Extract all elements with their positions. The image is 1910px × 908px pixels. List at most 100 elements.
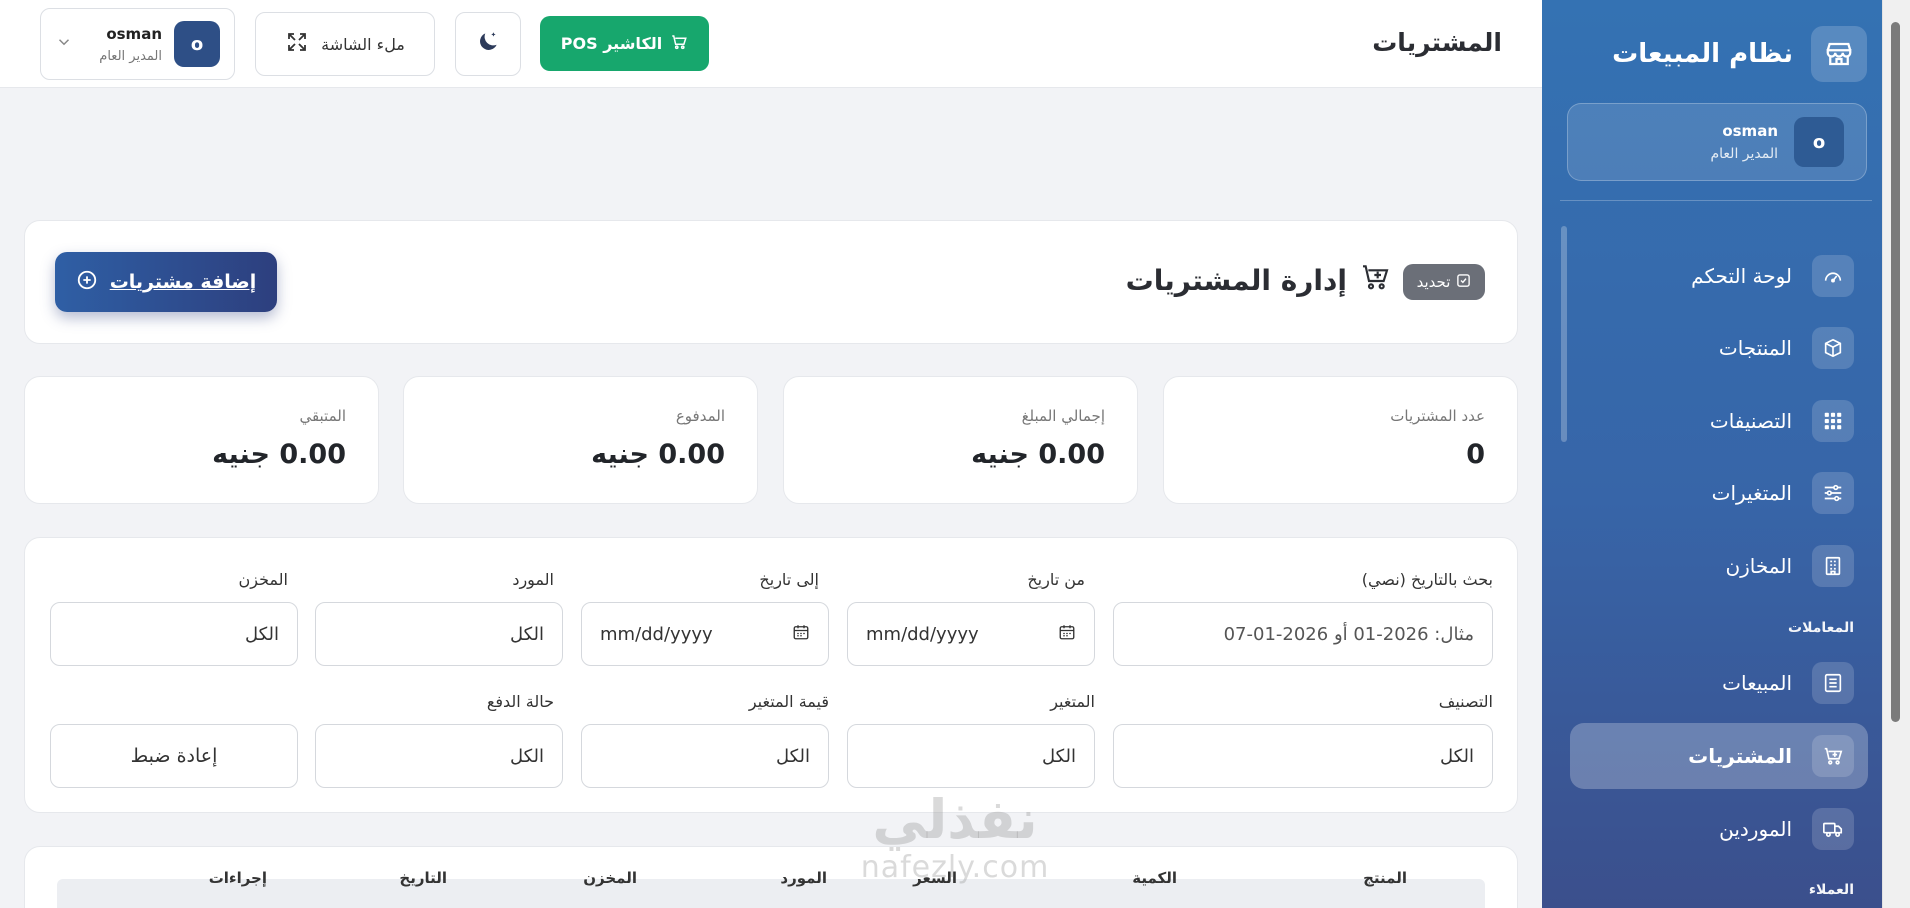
fullscreen-label: ملء الشاشة xyxy=(321,34,405,54)
pos-cashier-button[interactable]: الكاشير POS xyxy=(540,16,709,71)
sidebar-item-suppliers[interactable]: الموردين xyxy=(1570,796,1868,862)
grid-icon xyxy=(1812,400,1854,442)
filter-label-to-date: إلى تاريخ xyxy=(759,570,819,589)
refresh-badge[interactable]: تحديد xyxy=(1403,264,1485,300)
sidebar-section-transactions: المعاملات xyxy=(1788,620,1854,636)
to-date-input[interactable]: mm/dd/yyyy xyxy=(581,602,829,666)
theme-toggle-button[interactable] xyxy=(455,12,521,76)
section-title: إدارة المشتريات xyxy=(1126,261,1391,300)
add-purchase-button[interactable]: إضافة مشتريات xyxy=(55,252,277,312)
supplier-select[interactable]: الكل xyxy=(315,602,563,666)
filter-label-payment-status: حالة الدفع xyxy=(486,692,554,711)
sidebar-item-label: التصنيفات xyxy=(1709,409,1792,433)
sidebar-section-customers: العملاء xyxy=(1808,882,1854,898)
from-date-input[interactable]: mm/dd/yyyy xyxy=(847,602,1095,666)
variant-value-select[interactable]: الكل xyxy=(581,724,829,788)
category-select[interactable]: الكل xyxy=(1113,724,1493,788)
purchases-header-card: تحديد إدارة المشتريات إضافة مشتريات xyxy=(24,220,1518,344)
payment-status-select[interactable]: الكل xyxy=(315,724,563,788)
sidebar-item-label: المنتجات xyxy=(1718,336,1792,360)
calendar-icon[interactable] xyxy=(1058,623,1076,646)
cart-plus-icon xyxy=(1359,261,1391,300)
filters-card: بحث بالتاريخ (نصي) من تاريخ إلى تاريخ ال… xyxy=(24,537,1518,813)
stat-card-count: عدد المشتريات 0 xyxy=(1163,376,1518,504)
sidebar-item-label: المشتريات xyxy=(1688,744,1792,768)
filter-label-text-date: بحث بالتاريخ (نصي) xyxy=(1361,570,1493,589)
stat-value: 0.00 جنيه xyxy=(591,439,725,470)
receipt-icon xyxy=(1812,662,1854,704)
from-date-value: mm/dd/yyyy xyxy=(866,623,979,645)
table-header-cell: الكمية xyxy=(1132,869,1177,887)
user-role: المدير العام xyxy=(99,48,162,64)
sidebar-item-label: المتغيرات xyxy=(1711,481,1792,505)
to-date-value: mm/dd/yyyy xyxy=(600,623,713,645)
stat-value: 0.00 جنيه xyxy=(212,439,346,470)
cart-icon xyxy=(670,33,688,55)
table-header-cell: المخزن xyxy=(583,869,637,887)
sidebar-item-label: الموردين xyxy=(1719,817,1792,841)
building-icon xyxy=(1812,545,1854,587)
sidebar: نظام المبيعات o osman المدير العام لوحة … xyxy=(1542,0,1910,908)
sidebar-brand: نظام المبيعات xyxy=(1557,26,1867,82)
store-icon xyxy=(1811,26,1867,82)
sidebar-item-purchases[interactable]: المشتريات xyxy=(1570,723,1868,789)
add-purchase-label: إضافة مشتريات xyxy=(109,271,257,293)
section-title-text: إدارة المشتريات xyxy=(1125,264,1347,297)
user-name: osman xyxy=(1722,122,1778,140)
sidebar-divider xyxy=(1560,200,1872,201)
filter-label-supplier: المورد xyxy=(512,570,554,589)
table-header-cell: التاريخ xyxy=(399,869,447,887)
fullscreen-button[interactable]: ملء الشاشة xyxy=(255,12,435,76)
moon-icon xyxy=(475,29,501,59)
brand-title: نظام المبيعات xyxy=(1612,39,1793,69)
reset-filters-button[interactable]: إعادة ضبط xyxy=(50,724,298,788)
stat-label: عدد المشتريات xyxy=(1390,407,1485,425)
sidebar-item-categories[interactable]: التصنيفات xyxy=(1570,388,1868,454)
avatar: o xyxy=(174,21,220,67)
stat-label: المدفوع xyxy=(675,407,725,425)
sidebar-item-products[interactable]: المنتجات xyxy=(1570,315,1868,381)
scrollbar-thumb[interactable] xyxy=(1891,22,1900,722)
stat-card-paid: المدفوع 0.00 جنيه xyxy=(403,376,758,504)
cart-plus-icon xyxy=(1812,735,1854,777)
stat-card-total: إجمالي المبلغ 0.00 جنيه xyxy=(783,376,1138,504)
chevron-down-icon xyxy=(55,33,73,55)
sidebar-item-label: لوحة التحكم xyxy=(1691,264,1792,288)
stat-card-remaining: المتبقي 0.00 جنيه xyxy=(24,376,379,504)
stat-value: 0 xyxy=(1466,439,1485,470)
filter-label-warehouse: المخزن xyxy=(238,570,288,589)
sidebar-item-sales[interactable]: المبيعات xyxy=(1570,650,1868,716)
window-scrollbar[interactable] xyxy=(1882,0,1910,908)
sliders-icon xyxy=(1812,472,1854,514)
pos-label: الكاشير POS xyxy=(560,34,663,53)
filter-label-variant: المتغير xyxy=(1050,692,1095,711)
warehouse-select[interactable]: الكل xyxy=(50,602,298,666)
check-square-icon xyxy=(1456,273,1471,292)
sidebar-scrollbar[interactable] xyxy=(1561,226,1567,442)
table-header-cell: إجراءات xyxy=(208,869,267,887)
purchases-table-card: المنتج الكمية السعر المورد المخزن التاري… xyxy=(24,846,1518,908)
text-date-search-input[interactable]: مثال: 2026-01 أو 2026-01-07 xyxy=(1113,602,1493,666)
sidebar-item-warehouses[interactable]: المخازن xyxy=(1570,533,1868,599)
refresh-label: تحديد xyxy=(1416,273,1451,291)
avatar: o xyxy=(1794,117,1844,167)
expand-icon xyxy=(285,30,309,58)
sidebar-item-label: المخازن xyxy=(1725,554,1792,578)
table-header-cell: المورد xyxy=(780,869,827,887)
sidebar-item-label: المبيعات xyxy=(1722,671,1792,695)
calendar-icon[interactable] xyxy=(792,623,810,646)
filter-label-category: التصنيف xyxy=(1438,692,1493,711)
table-header-cell: السعر xyxy=(913,869,957,887)
sidebar-item-dashboard[interactable]: لوحة التحكم xyxy=(1570,243,1868,309)
topbar-user-menu[interactable]: o osman المدير العام xyxy=(40,8,235,80)
filter-label-from-date: من تاريخ xyxy=(1027,570,1085,589)
stat-value: 0.00 جنيه xyxy=(971,439,1105,470)
plus-circle-icon xyxy=(76,269,98,296)
variant-select[interactable]: الكل xyxy=(847,724,1095,788)
table-header xyxy=(57,879,1485,908)
dashboard-gauge-icon xyxy=(1812,255,1854,297)
stat-label: إجمالي المبلغ xyxy=(1021,407,1105,425)
sidebar-item-variants[interactable]: المتغيرات xyxy=(1570,460,1868,526)
sidebar-user-card[interactable]: o osman المدير العام xyxy=(1567,103,1867,181)
filter-label-variant-value: قيمة المتغير xyxy=(748,692,829,711)
